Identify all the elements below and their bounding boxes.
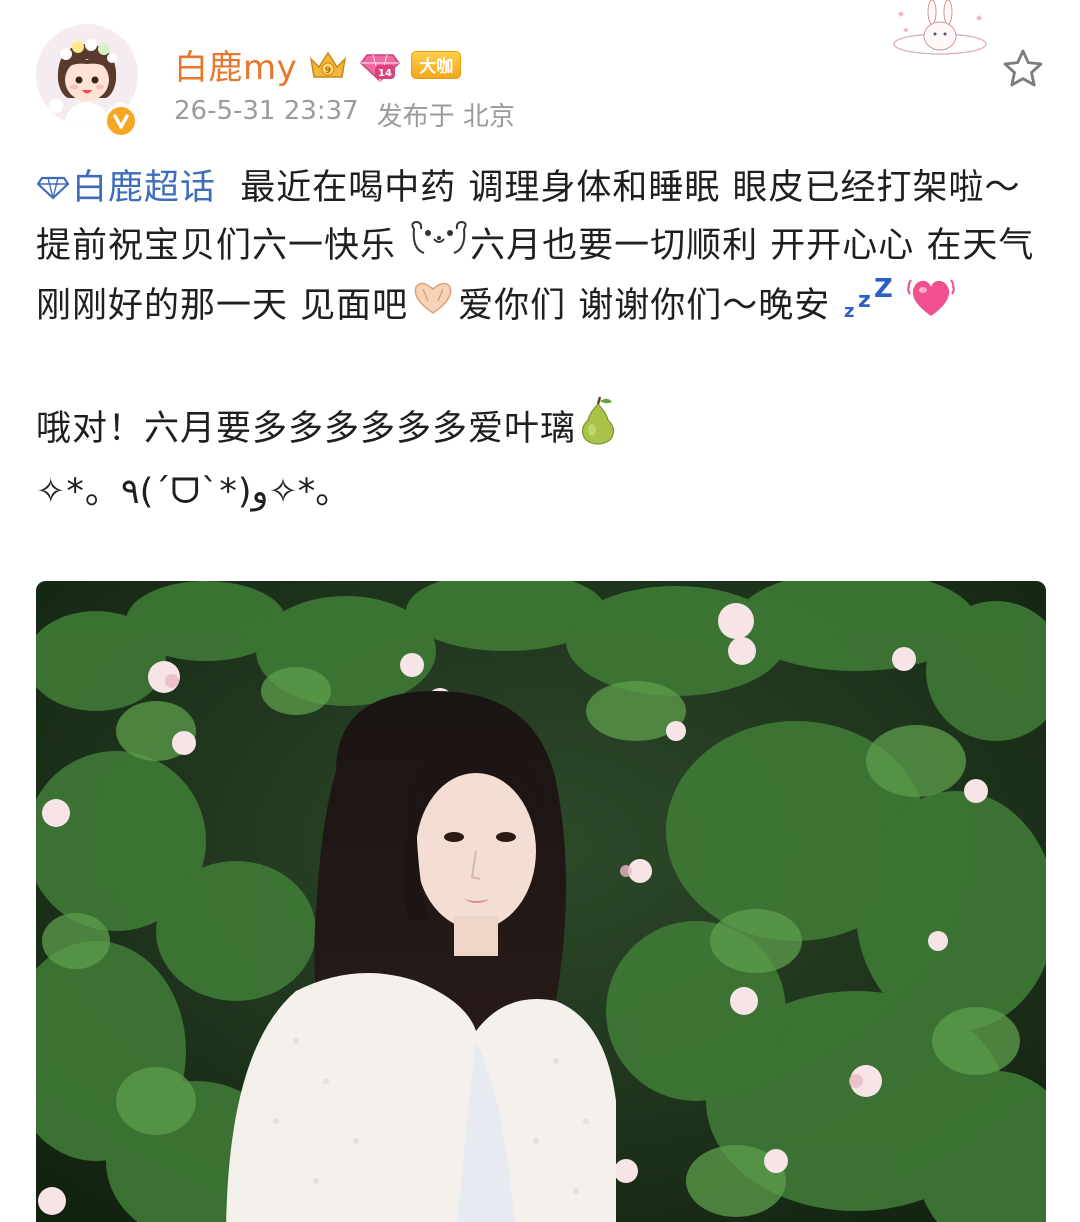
post-photo[interactable] xyxy=(36,581,1046,1222)
heart-hands-emoji xyxy=(408,277,458,337)
svg-text:z: z xyxy=(844,301,855,321)
post-para-2: 哦对！六月要多多多多多多爱叶璃 xyxy=(36,409,577,449)
post-text: 白鹿超话 最近在喝中药 调理身体和睡眠 眼皮已经打架啦～提前祝宝贝们六一快乐 六… xyxy=(36,160,1046,521)
bear-emoji xyxy=(408,218,470,275)
gem-icon[interactable]: 14 xyxy=(359,47,401,83)
diamond-icon xyxy=(36,161,70,218)
heart-emoji xyxy=(906,276,955,338)
topic-link[interactable]: 白鹿超话 xyxy=(36,168,216,208)
crown-icon[interactable]: 9 xyxy=(307,47,349,83)
favorite-star-icon[interactable] xyxy=(1000,46,1046,92)
weibo-post: 白鹿my 9 14 大咖 26-5-31 23:37 发布于 北京 白鹿超话 最… xyxy=(0,0,1080,1222)
meta-row: 26-5-31 23:37 发布于 北京 xyxy=(174,96,515,133)
name-row: 白鹿my 9 14 大咖 xyxy=(174,40,462,89)
bunny-decoration-icon xyxy=(884,0,996,60)
topic-name[interactable]: 白鹿超话 xyxy=(72,168,216,208)
username[interactable]: 白鹿my xyxy=(174,40,297,89)
post-line-3: 爱你们 谢谢你们～晚安 xyxy=(458,286,831,326)
pear-emoji xyxy=(576,396,620,464)
paragraph-2: 哦对！六月要多多多多多多爱叶璃 xyxy=(36,396,1046,464)
paragraph-3: ✧*。٩(ˊᗜˋ*)و✧*。 xyxy=(36,472,352,512)
photo-illustration xyxy=(36,581,1046,1222)
paragraph-1: 白鹿超话 最近在喝中药 调理身体和睡眠 眼皮已经打架啦～提前祝宝贝们六一快乐 六… xyxy=(36,160,1046,339)
svg-text:Z: Z xyxy=(874,275,894,304)
sleep-zzz-emoji: zzZ xyxy=(842,274,894,339)
level-badge-text: 14 xyxy=(378,68,392,79)
svg-text:9: 9 xyxy=(325,66,331,76)
timestamp: 26-5-31 23:37 xyxy=(174,96,359,126)
daka-badge[interactable]: 大咖 xyxy=(411,50,462,79)
svg-text:z: z xyxy=(858,288,872,313)
verified-v-icon xyxy=(104,104,138,138)
location: 发布于 北京 xyxy=(376,102,515,132)
